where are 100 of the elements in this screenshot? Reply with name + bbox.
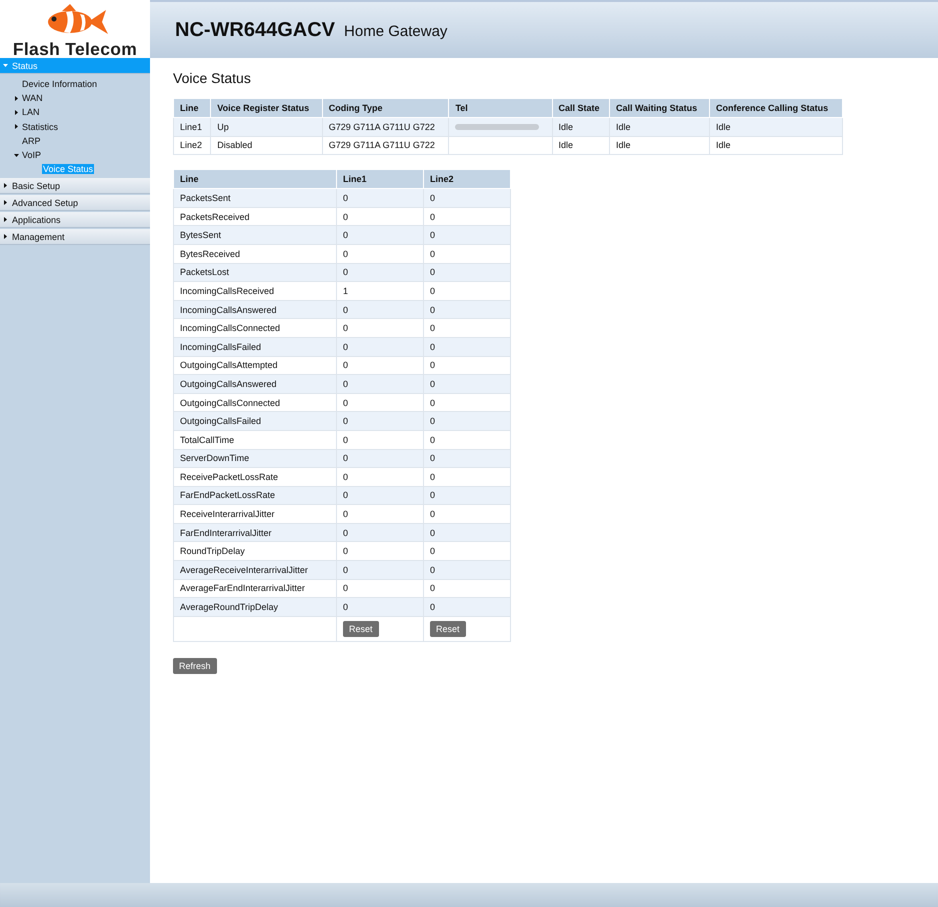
table-cell: 0 — [430, 378, 436, 389]
column-header: Conference Calling Status — [710, 98, 842, 118]
table-cell: 0 — [430, 546, 436, 556]
table-cell: 0 — [430, 323, 436, 334]
reset-button[interactable]: Reset — [430, 620, 466, 637]
table-cell: 0 — [430, 602, 436, 612]
menu-section[interactable]: Applications — [0, 212, 150, 228]
table-cell: 0 — [430, 267, 436, 278]
caret-right-icon — [3, 200, 8, 206]
table-cell: 0 — [343, 472, 348, 482]
table-cell: Line2 — [180, 140, 202, 150]
menu-section[interactable]: Management — [0, 229, 150, 246]
column-header: Voice Register Status — [210, 98, 322, 118]
table-cell: 0 — [430, 528, 436, 538]
caret-right-icon — [3, 234, 8, 240]
table-cell: Idle — [716, 140, 731, 150]
table-cell: 0 — [343, 528, 348, 538]
menu-item[interactable]: LAN — [22, 107, 40, 118]
table-cell: 0 — [430, 564, 436, 575]
table-cell: 0 — [430, 583, 436, 594]
table-cell: 0 — [343, 304, 348, 315]
table-cell: BytesSent — [180, 230, 222, 240]
table-cell: 0 — [343, 453, 348, 464]
table-cell: Idle — [558, 140, 574, 150]
table-cell: AverageRoundTripDelay — [180, 602, 278, 612]
caret-down-icon — [3, 63, 8, 68]
table-cell: 0 — [430, 416, 436, 426]
column-header: Tel — [448, 98, 552, 118]
refresh-button[interactable]: Refresh — [173, 658, 217, 674]
table-cell: PacketsLost — [180, 267, 230, 278]
table-cell: Line1 — [180, 122, 202, 132]
table-cell: IncomingCallsConnected — [180, 323, 280, 334]
table-cell: PacketsSent — [180, 192, 231, 203]
table-cell: 0 — [343, 360, 348, 370]
table-cell: TotalCallTime — [180, 434, 234, 445]
menu-item[interactable]: VoIP — [22, 150, 42, 160]
table-cell: 0 — [343, 323, 348, 334]
table-cell: 0 — [343, 248, 348, 259]
caret-right-icon — [14, 124, 18, 130]
table-cell: 0 — [343, 583, 348, 594]
table-cell: 0 — [343, 602, 348, 612]
column-header: Line — [174, 98, 211, 118]
header-subtitle: Home Gateway — [344, 23, 448, 40]
caret-right-icon — [14, 110, 18, 115]
table-cell: 0 — [430, 472, 436, 482]
table-cell: OutgoingCallsFailed — [180, 416, 262, 426]
caret-right-icon — [3, 217, 8, 222]
table-cell: G729 G711A G711U G722 — [328, 122, 435, 132]
table-cell: 0 — [343, 342, 348, 352]
table-cell: OutgoingCallsConnected — [180, 398, 280, 408]
table-cell: 0 — [430, 490, 436, 500]
table-cell: ServerDownTime — [180, 453, 250, 464]
menu-section[interactable]: Advanced Setup — [0, 195, 150, 212]
caret-right-icon — [14, 96, 18, 101]
table-cell: 0 — [430, 453, 436, 464]
table-cell: 0 — [430, 212, 436, 222]
table-cell: Idle — [716, 122, 731, 132]
table-cell: FarEndInterarrivalJitter — [180, 528, 272, 538]
table-cell: 0 — [430, 509, 436, 520]
table-cell: 0 — [343, 378, 348, 389]
table-cell: 0 — [430, 398, 436, 408]
table-cell: IncomingCallsAnswered — [180, 304, 277, 315]
table-cell: 0 — [343, 564, 348, 575]
table-cell: 0 — [430, 304, 436, 315]
menu-item[interactable]: Statistics — [22, 122, 58, 132]
table-cell: ReceivePacketLossRate — [180, 472, 278, 482]
column-header: Line — [174, 170, 336, 189]
table-cell: G729 G711A G711U G722 — [328, 140, 435, 150]
caret-down-icon — [14, 152, 18, 158]
table-cell: AverageReceiveInterarrivalJitter — [180, 564, 308, 575]
table-cell: BytesReceived — [180, 248, 240, 259]
table-cell: 0 — [430, 360, 436, 370]
table-cell: PacketsReceived — [180, 212, 250, 222]
table-cell: FarEndPacketLossRate — [180, 490, 276, 500]
table-cell: 0 — [343, 398, 348, 408]
table-cell: 0 — [430, 434, 436, 445]
table-cell: 0 — [343, 267, 348, 278]
table-cell: 1 — [343, 286, 348, 296]
reset-button[interactable]: Reset — [343, 620, 379, 637]
column-header: Coding Type — [322, 98, 449, 118]
column-header: Line2 — [424, 170, 510, 189]
table-cell: OutgoingCallsAttempted — [180, 360, 278, 370]
menu-item[interactable]: ARP — [22, 136, 41, 146]
table-cell: OutgoingCallsAnswered — [180, 378, 277, 389]
table-cell: Idle — [616, 122, 630, 132]
table-cell: IncomingCallsReceived — [180, 286, 274, 296]
menu-item[interactable]: Device Information — [22, 79, 98, 90]
table-cell: RoundTripDelay — [180, 546, 245, 556]
table-cell: 0 — [430, 286, 436, 296]
table-cell: 0 — [430, 342, 436, 352]
table-cell: 0 — [430, 192, 436, 203]
menu-item[interactable]: WAN — [22, 93, 43, 104]
table-cell: Up — [217, 122, 229, 132]
table-cell: 0 — [343, 490, 348, 500]
table-cell: 0 — [343, 546, 348, 556]
column-header: Call State — [552, 98, 610, 118]
page-title: Voice Status — [173, 70, 251, 86]
table-cell: 0 — [430, 230, 436, 240]
table-cell: Disabled — [217, 140, 252, 150]
menu-section[interactable]: Basic Setup — [0, 178, 150, 194]
